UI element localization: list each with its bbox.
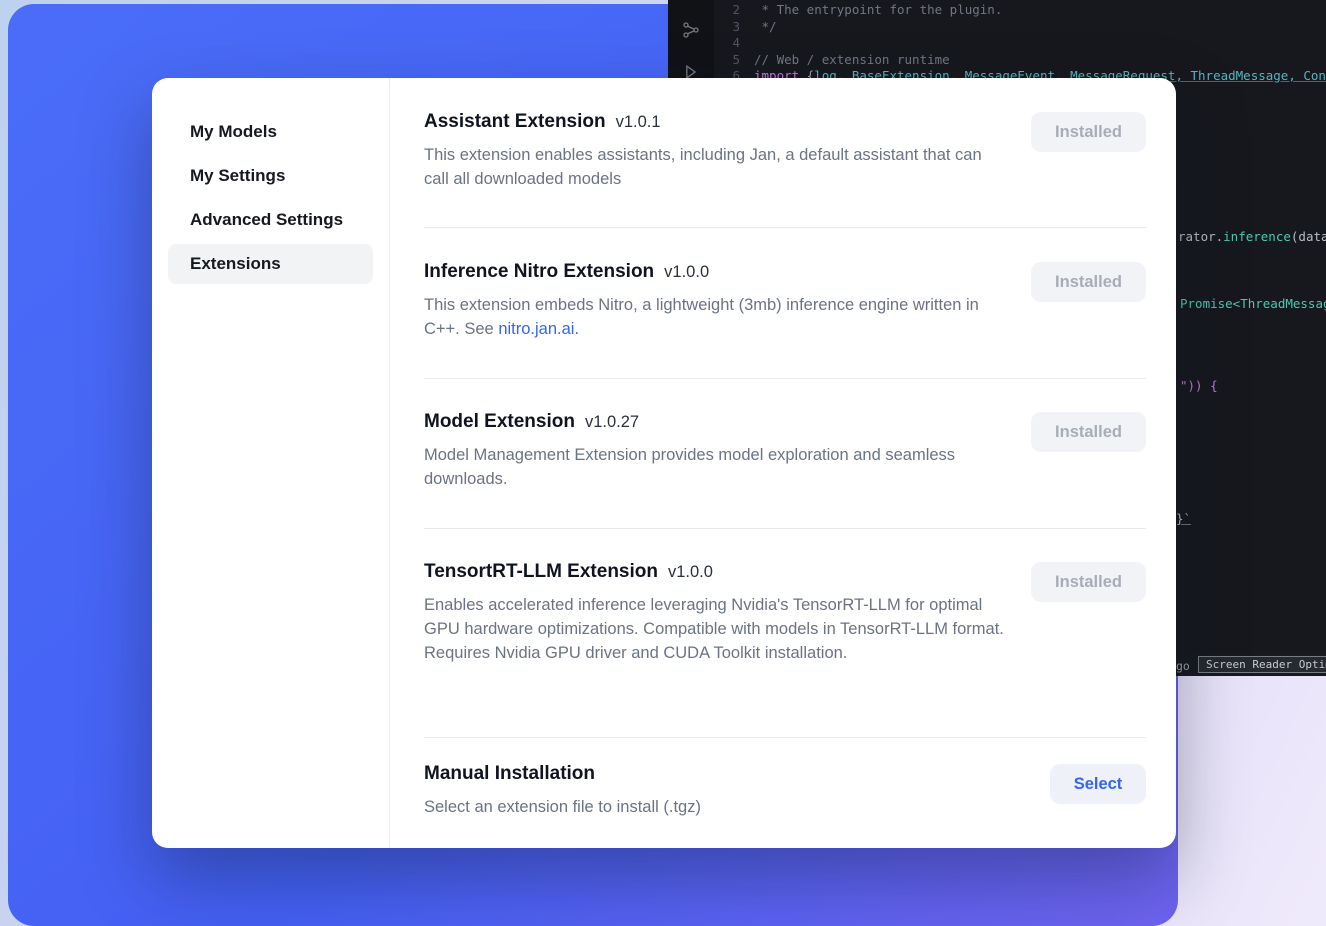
code-line: 4 [714, 35, 1326, 52]
extension-row-assistant: Assistant Extensionv1.0.1 This extension… [424, 110, 1146, 191]
sidebar-item-extensions[interactable]: Extensions [168, 244, 373, 284]
divider [424, 227, 1146, 228]
divider [424, 737, 1146, 738]
sidebar-item-my-settings[interactable]: My Settings [168, 156, 373, 196]
extension-version: v1.0.27 [585, 413, 639, 431]
settings-modal: My Models My Settings Advanced Settings … [152, 78, 1176, 848]
extension-version: v1.0.1 [616, 113, 661, 131]
line-number: 2 [714, 2, 740, 19]
extension-description: This extension embeds Nitro, a lightweig… [424, 293, 999, 341]
line-number: 4 [714, 35, 740, 52]
installed-button[interactable]: Installed [1031, 562, 1146, 602]
code-text: * The entrypoint for the plugin. [754, 2, 1002, 19]
extension-version: v1.0.0 [668, 563, 713, 581]
manual-installation-title: Manual Installation [424, 762, 1146, 786]
extension-description: Model Management Extension provides mode… [424, 443, 969, 491]
installed-button[interactable]: Installed [1031, 412, 1146, 452]
sidebar-item-my-models[interactable]: My Models [168, 112, 373, 152]
extension-version: v1.0.0 [664, 263, 709, 281]
divider [424, 528, 1146, 529]
extension-row-model: Model Extensionv1.0.27 Model Management … [424, 410, 1146, 491]
code-line: 5 // Web / extension runtime [714, 52, 1326, 69]
line-number: 5 [714, 52, 740, 69]
manual-installation-description: Select an extension file to install (.tg… [424, 795, 1024, 819]
code-fragment: }` [1176, 511, 1191, 526]
extension-row-tensorrt: TensortRT-LLM Extensionv1.0.0 Enables ac… [424, 560, 1146, 665]
extensions-list: Assistant Extensionv1.0.1 This extension… [424, 78, 1146, 848]
select-file-button[interactable]: Select [1050, 764, 1146, 804]
code-text: */ [754, 19, 777, 36]
sidebar-item-advanced-settings[interactable]: Advanced Settings [168, 200, 373, 240]
extension-description: Enables accelerated inference leveraging… [424, 593, 1009, 665]
git-graph-icon[interactable] [681, 20, 701, 40]
extension-row-nitro: Inference Nitro Extensionv1.0.0 This ext… [424, 260, 1146, 341]
code-fragment: rator.inference(data)); [1178, 229, 1326, 244]
manual-installation-row: Manual Installation Select an extension … [424, 762, 1146, 819]
divider [424, 378, 1146, 379]
code-line: 3 */ [714, 19, 1326, 36]
extension-description: This extension enables assistants, inclu… [424, 143, 1004, 191]
code-fragment: Promise<ThreadMessage [1180, 296, 1326, 311]
screen-reader-badge[interactable]: Screen Reader Optimized [1198, 656, 1326, 673]
code-text: // Web / extension runtime [754, 52, 950, 69]
code-line: 2 * The entrypoint for the plugin. [714, 2, 1326, 19]
nitro-link[interactable]: nitro.jan.ai. [498, 320, 579, 338]
code-area: 2 * The entrypoint for the plugin. 3 */ … [714, 2, 1326, 85]
line-number: 3 [714, 19, 740, 36]
status-text: go [1176, 659, 1190, 673]
code-fragment: ")) { [1180, 378, 1218, 393]
installed-button[interactable]: Installed [1031, 262, 1146, 302]
installed-button[interactable]: Installed [1031, 112, 1146, 152]
settings-sidebar: My Models My Settings Advanced Settings … [152, 78, 390, 848]
